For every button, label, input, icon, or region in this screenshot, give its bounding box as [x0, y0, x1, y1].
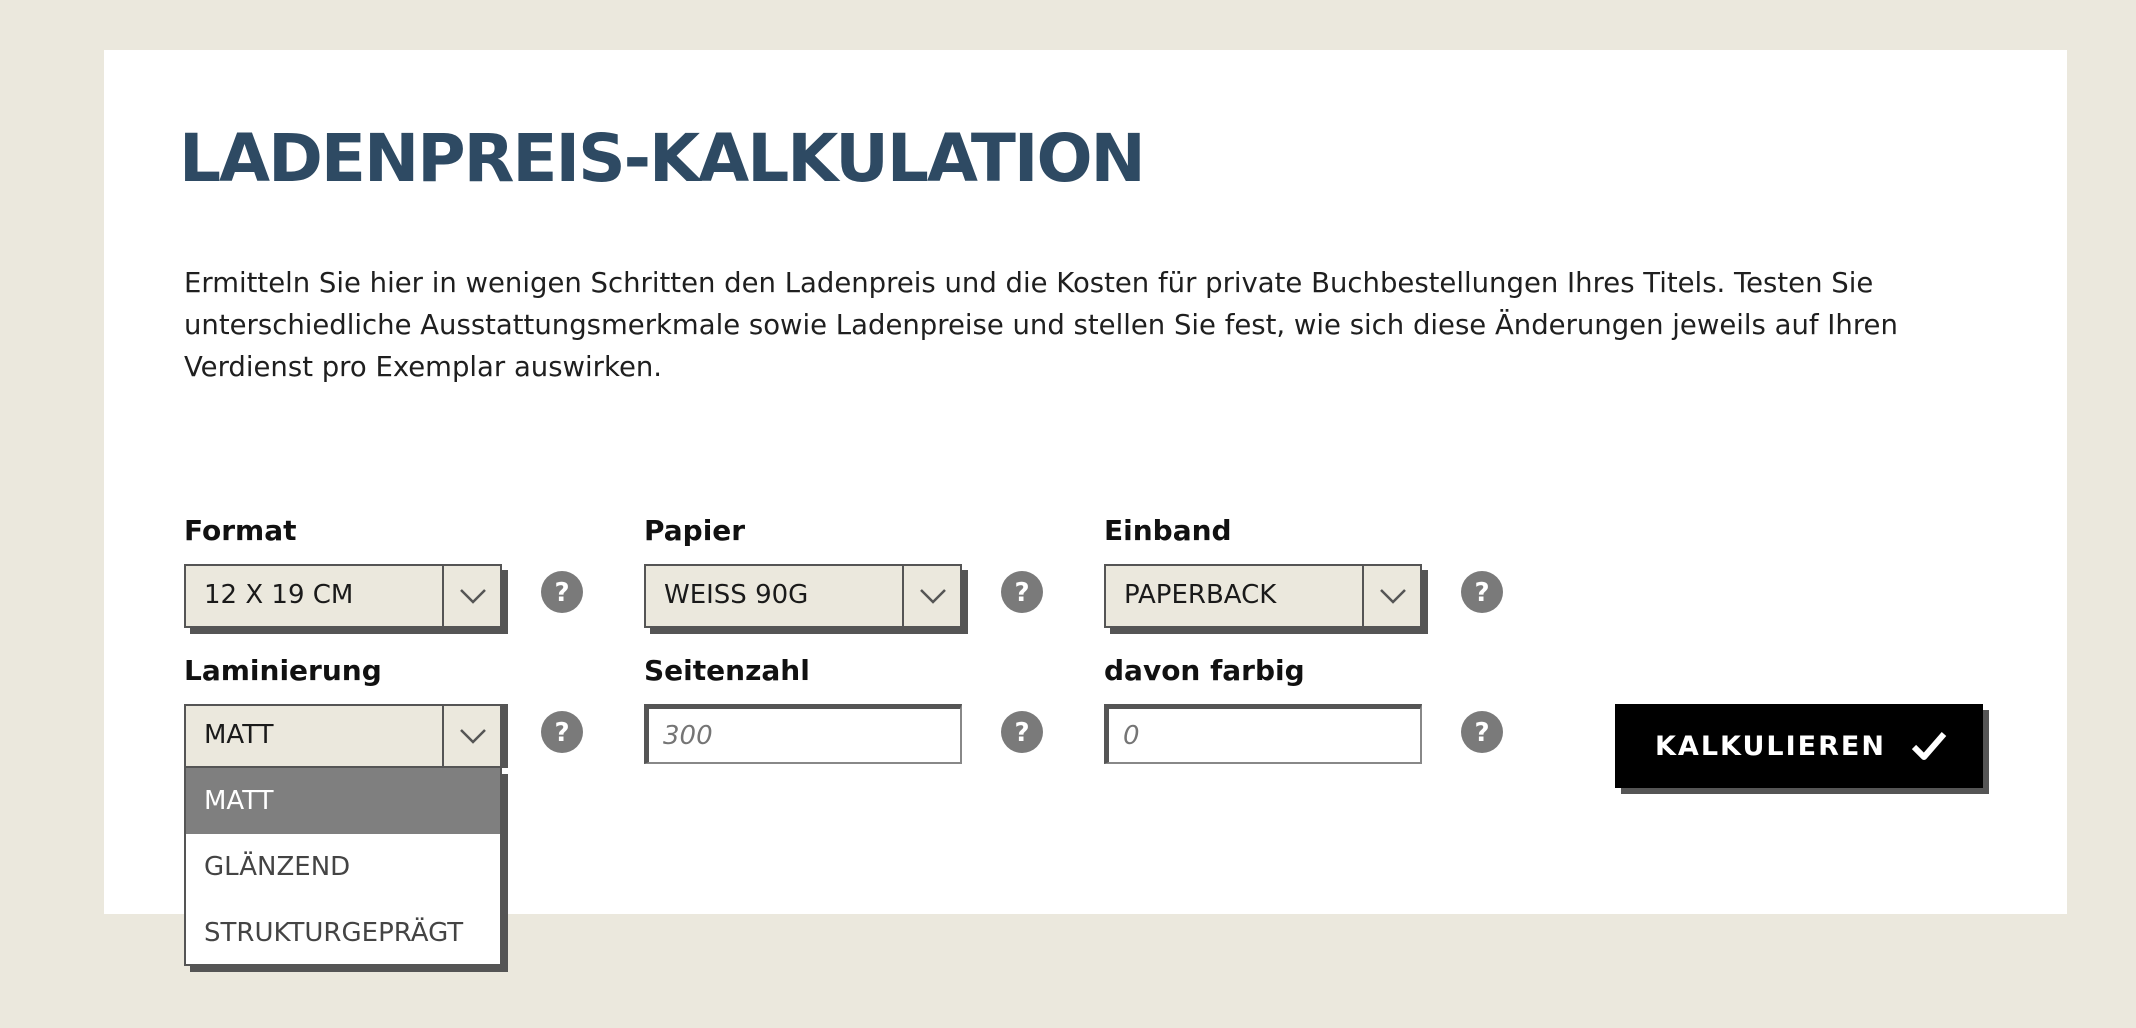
svg-text:?: ?: [1474, 718, 1489, 748]
checkmark-icon: [1911, 732, 1947, 760]
laminierung-dropdown: MATT GLÄNZEND STRUKTURGEPRÄGT: [184, 768, 502, 966]
help-icon[interactable]: ?: [1000, 710, 1044, 754]
help-icon[interactable]: ?: [1460, 570, 1504, 614]
laminierung-label: Laminierung: [184, 654, 382, 687]
svg-text:?: ?: [1014, 718, 1029, 748]
seitenzahl-input[interactable]: [644, 704, 962, 764]
intro-text: Ermitteln Sie hier in wenigen Schritten …: [184, 267, 1898, 383]
svg-text:?: ?: [554, 578, 569, 608]
laminierung-select[interactable]: MATT: [184, 704, 502, 768]
format-label: Format: [184, 514, 297, 547]
help-icon[interactable]: ?: [540, 710, 584, 754]
option-strukturgepraegt[interactable]: STRUKTURGEPRÄGT: [186, 900, 500, 966]
seitenzahl-label: Seitenzahl: [644, 654, 810, 687]
chevron-down-icon: [920, 589, 946, 604]
farbig-input[interactable]: [1104, 704, 1422, 764]
svg-text:?: ?: [1474, 578, 1489, 608]
einband-select[interactable]: PAPERBACK: [1104, 564, 1422, 628]
einband-label: Einband: [1104, 514, 1232, 547]
papier-label: Papier: [644, 514, 746, 547]
option-glaenzend[interactable]: GLÄNZEND: [186, 834, 500, 900]
calculator-card: LADENPREIS-KALKULATION Ermitteln Sie hie…: [104, 50, 2067, 966]
papier-select-value: WEISS 90G: [664, 580, 809, 610]
kalkulieren-button-label: KALKULIEREN: [1655, 731, 1886, 762]
help-icon[interactable]: ?: [540, 570, 584, 614]
help-icon[interactable]: ?: [1460, 710, 1504, 754]
laminierung-select-value: MATT: [204, 720, 274, 750]
chevron-down-icon: [460, 729, 486, 744]
chevron-down-icon: [1380, 589, 1406, 604]
option-matt[interactable]: MATT: [186, 768, 500, 834]
einband-select-value: PAPERBACK: [1124, 580, 1277, 610]
farbig-label: davon farbig: [1104, 654, 1305, 687]
help-icon[interactable]: ?: [1000, 570, 1044, 614]
format-select-value: 12 X 19 CM: [204, 580, 354, 610]
kalkulieren-button[interactable]: KALKULIEREN: [1615, 704, 1983, 788]
svg-text:?: ?: [554, 718, 569, 748]
format-select[interactable]: 12 X 19 CM: [184, 564, 502, 628]
papier-select[interactable]: WEISS 90G: [644, 564, 962, 628]
page-title: LADENPREIS-KALKULATION: [179, 120, 1146, 197]
svg-text:?: ?: [1014, 578, 1029, 608]
chevron-down-icon: [460, 589, 486, 604]
